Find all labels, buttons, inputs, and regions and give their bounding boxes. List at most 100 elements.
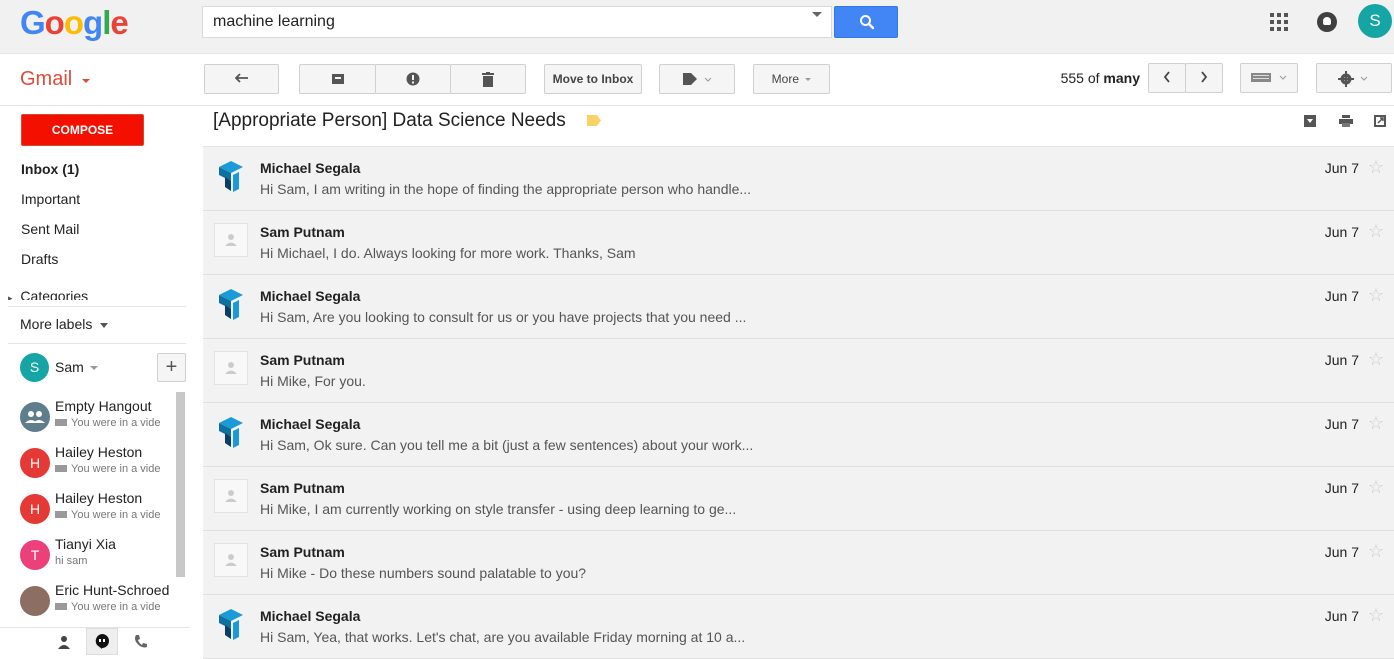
search-box (202, 6, 832, 38)
move-to-inbox-button[interactable]: Move to Inbox (544, 64, 642, 94)
more-actions-button[interactable]: More (753, 64, 830, 94)
search-input[interactable] (203, 7, 803, 37)
star-icon[interactable]: ☆ (1368, 477, 1384, 498)
account-avatar[interactable]: S (1358, 4, 1392, 38)
sidebar-item-sent-mail[interactable]: Sent Mail (21, 221, 79, 237)
label-tag-icon (683, 73, 712, 85)
message-row[interactable]: Michael Segala Hi Sam, Yea, that works. L… (203, 595, 1394, 659)
logo-letter: o (44, 4, 65, 41)
message-row[interactable]: Michael Segala Hi Sam, I am writing in th… (203, 147, 1394, 211)
logo-letter: G (20, 4, 46, 41)
hangouts-scrollbar[interactable] (176, 392, 185, 577)
message-date: Jun 7 (1324, 480, 1359, 496)
label-tag-icon[interactable] (587, 115, 601, 126)
message-snippet: Hi Sam, Yea, that works. Let's chat, are… (260, 629, 746, 645)
message-row[interactable]: Michael Segala Hi Sam, Are you looking to… (203, 275, 1394, 339)
avatar (20, 586, 50, 616)
search-options-dropdown-icon[interactable] (812, 12, 822, 17)
message-row[interactable]: Sam Putnam Hi Mike - Do these numbers sou… (203, 531, 1394, 595)
print-icon[interactable] (1339, 115, 1353, 127)
expand-all-icon[interactable] (1304, 115, 1316, 127)
hangouts-self-name[interactable]: Sam (55, 359, 84, 375)
camera-icon (55, 511, 67, 518)
page-total: many (1103, 70, 1140, 86)
hangouts-tab-active[interactable] (86, 628, 118, 655)
archive-button[interactable] (299, 64, 376, 94)
star-icon[interactable]: ☆ (1368, 413, 1384, 434)
message-row[interactable]: Sam Putnam Hi Mike, I am currently workin… (203, 467, 1394, 531)
hangout-contact[interactable]: Eric Hunt-Schroed You were in a vide (20, 582, 172, 626)
person-icon (225, 554, 237, 566)
star-icon[interactable]: ☆ (1368, 221, 1384, 242)
new-hangout-button[interactable]: + (157, 353, 186, 382)
more-labels-label: More labels (20, 316, 93, 332)
star-icon[interactable]: ☆ (1368, 541, 1384, 562)
camera-icon (55, 465, 67, 472)
archive-icon (331, 74, 344, 84)
chevron-down-icon[interactable] (90, 366, 98, 370)
person-icon (225, 490, 237, 502)
contact-status: You were in a vide (55, 463, 161, 475)
divider (8, 343, 186, 344)
trash-icon (482, 72, 494, 87)
more-labels-toggle[interactable]: More labels (20, 316, 109, 332)
search-button[interactable] (834, 6, 898, 38)
sidebar-item-categories[interactable]: ▸ Categories (8, 288, 88, 300)
more-actions-label: More (771, 72, 799, 86)
contact-name: Hailey Heston (55, 490, 143, 506)
back-arrow-icon (234, 73, 248, 83)
hangout-contact[interactable]: Empty Hangout You were in a vide (20, 398, 172, 442)
new-window-icon[interactable] (1374, 115, 1386, 127)
message-date: Jun 7 (1324, 544, 1359, 560)
message-snippet: Hi Mike, I am currently working on style… (260, 501, 737, 517)
labels-button[interactable] (659, 64, 735, 94)
sidebar-item-inbox[interactable]: Inbox (1) (21, 161, 79, 177)
sender-logo-icon (219, 161, 243, 192)
page-count: 555 of many (1010, 70, 1140, 86)
sidebar-item-important[interactable]: Important (21, 191, 80, 207)
star-icon[interactable]: ☆ (1368, 285, 1384, 306)
contact-name: Tianyi Xia (55, 536, 116, 552)
message-date: Jun 7 (1324, 352, 1359, 368)
message-row[interactable]: Sam Putnam Hi Mike, For you. Jun 7 ☆ (203, 339, 1394, 403)
hangout-contact[interactable]: H Hailey Heston You were in a vide (20, 490, 172, 534)
message-sender: Michael Segala (260, 416, 361, 432)
sender-placeholder-avatar (214, 351, 248, 385)
settings-button[interactable] (1316, 63, 1392, 93)
notifications-bell-icon[interactable] (1317, 12, 1337, 32)
star-icon[interactable]: ☆ (1368, 605, 1384, 626)
newer-button[interactable] (1148, 63, 1186, 93)
person-icon[interactable] (57, 635, 71, 649)
logo-letter: e (110, 4, 128, 41)
hangout-contact[interactable]: H Hailey Heston You were in a vide (20, 444, 172, 488)
compose-button[interactable]: COMPOSE (21, 114, 144, 146)
sender-placeholder-avatar (214, 223, 248, 257)
message-row[interactable]: Sam Putnam Hi Michael, I do. Always looki… (203, 211, 1394, 275)
sender-logo-icon (219, 289, 243, 320)
message-date: Jun 7 (1324, 608, 1359, 624)
sidebar-item-drafts[interactable]: Drafts (21, 251, 58, 267)
report-spam-button[interactable] (375, 64, 451, 94)
categories-label: Categories (20, 288, 89, 300)
star-icon[interactable]: ☆ (1368, 349, 1384, 370)
phone-icon[interactable] (133, 634, 149, 650)
gmail-app-switcher[interactable]: Gmail (20, 68, 72, 91)
hangout-contact[interactable]: T Tianyi Xia hi sam (20, 536, 172, 580)
sender-logo-icon (219, 417, 243, 448)
divider (8, 306, 186, 307)
delete-button[interactable] (450, 64, 526, 94)
apps-grid-icon[interactable] (1270, 13, 1288, 31)
hangouts-self-avatar[interactable]: S (20, 353, 49, 382)
google-logo[interactable]: Google (20, 4, 129, 42)
message-sender: Sam Putnam (260, 544, 345, 560)
logo-letter: g (83, 4, 103, 41)
message-sender: Sam Putnam (260, 352, 345, 368)
message-row[interactable]: Michael Segala Hi Sam, Ok sure. Can you t… (203, 403, 1394, 467)
older-button[interactable] (1185, 63, 1223, 93)
input-tools-button[interactable] (1240, 63, 1298, 93)
back-button[interactable] (204, 64, 279, 94)
message-sender: Sam Putnam (260, 224, 345, 240)
contact-status: You were in a vide (55, 417, 161, 429)
star-icon[interactable]: ☆ (1368, 157, 1384, 178)
message-snippet: Hi Mike - Do these numbers sound palatab… (260, 565, 587, 581)
